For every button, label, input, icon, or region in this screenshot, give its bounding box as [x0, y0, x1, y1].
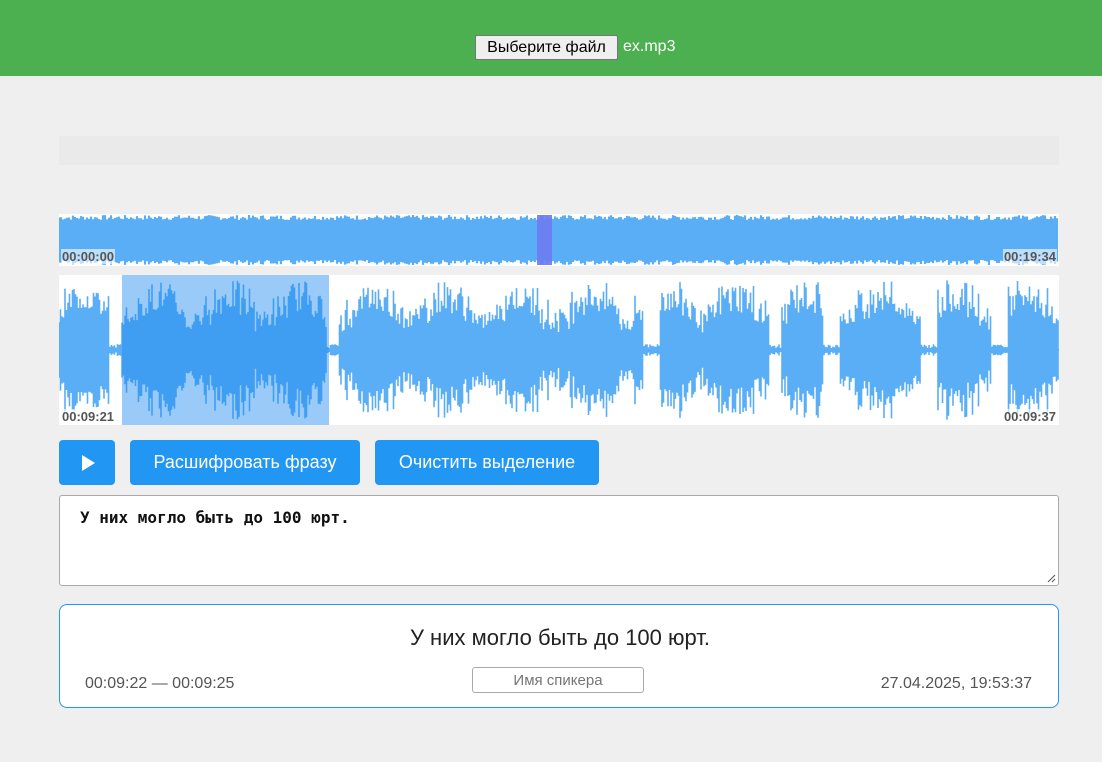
transcription-result-card: У них могло быть до 100 юрт. 00:09:22 — … — [59, 604, 1059, 708]
detail-waveform[interactable]: 00:09:21 00:09:37 — [59, 275, 1059, 425]
overview-end-time: 00:19:34 — [1002, 249, 1057, 264]
resize-grip-icon[interactable] — [1046, 573, 1056, 583]
result-timestamp: 27.04.2025, 19:53:37 — [880, 675, 1032, 692]
progress-track — [59, 136, 1059, 165]
overview-waveform[interactable]: 00:00:00 00:19:34 — [59, 214, 1059, 266]
play-icon — [82, 454, 95, 471]
top-bar: Выберите файл ex.mp3 — [0, 0, 1102, 76]
overview-start-time: 00:00:00 — [61, 249, 116, 264]
speaker-name-input[interactable] — [472, 667, 644, 693]
transcript-textarea[interactable] — [59, 495, 1059, 586]
selected-file-name: ex.mp3 — [623, 38, 676, 55]
waveform-selection-region[interactable] — [122, 275, 329, 425]
detail-end-time: 00:09:37 — [1002, 409, 1057, 424]
result-time-range: 00:09:22 — 00:09:25 — [85, 675, 235, 692]
overview-playhead[interactable] — [537, 215, 552, 265]
clear-selection-button[interactable]: Очистить выделение — [375, 440, 599, 485]
result-text: У них могло быть до 100 юрт. — [409, 625, 711, 650]
play-button[interactable] — [59, 440, 115, 485]
choose-file-button[interactable]: Выберите файл — [475, 35, 618, 60]
decode-phrase-button[interactable]: Расшифровать фразу — [130, 440, 360, 485]
overview-waveform-graphic — [59, 215, 1059, 265]
detail-start-time: 00:09:21 — [61, 409, 116, 424]
